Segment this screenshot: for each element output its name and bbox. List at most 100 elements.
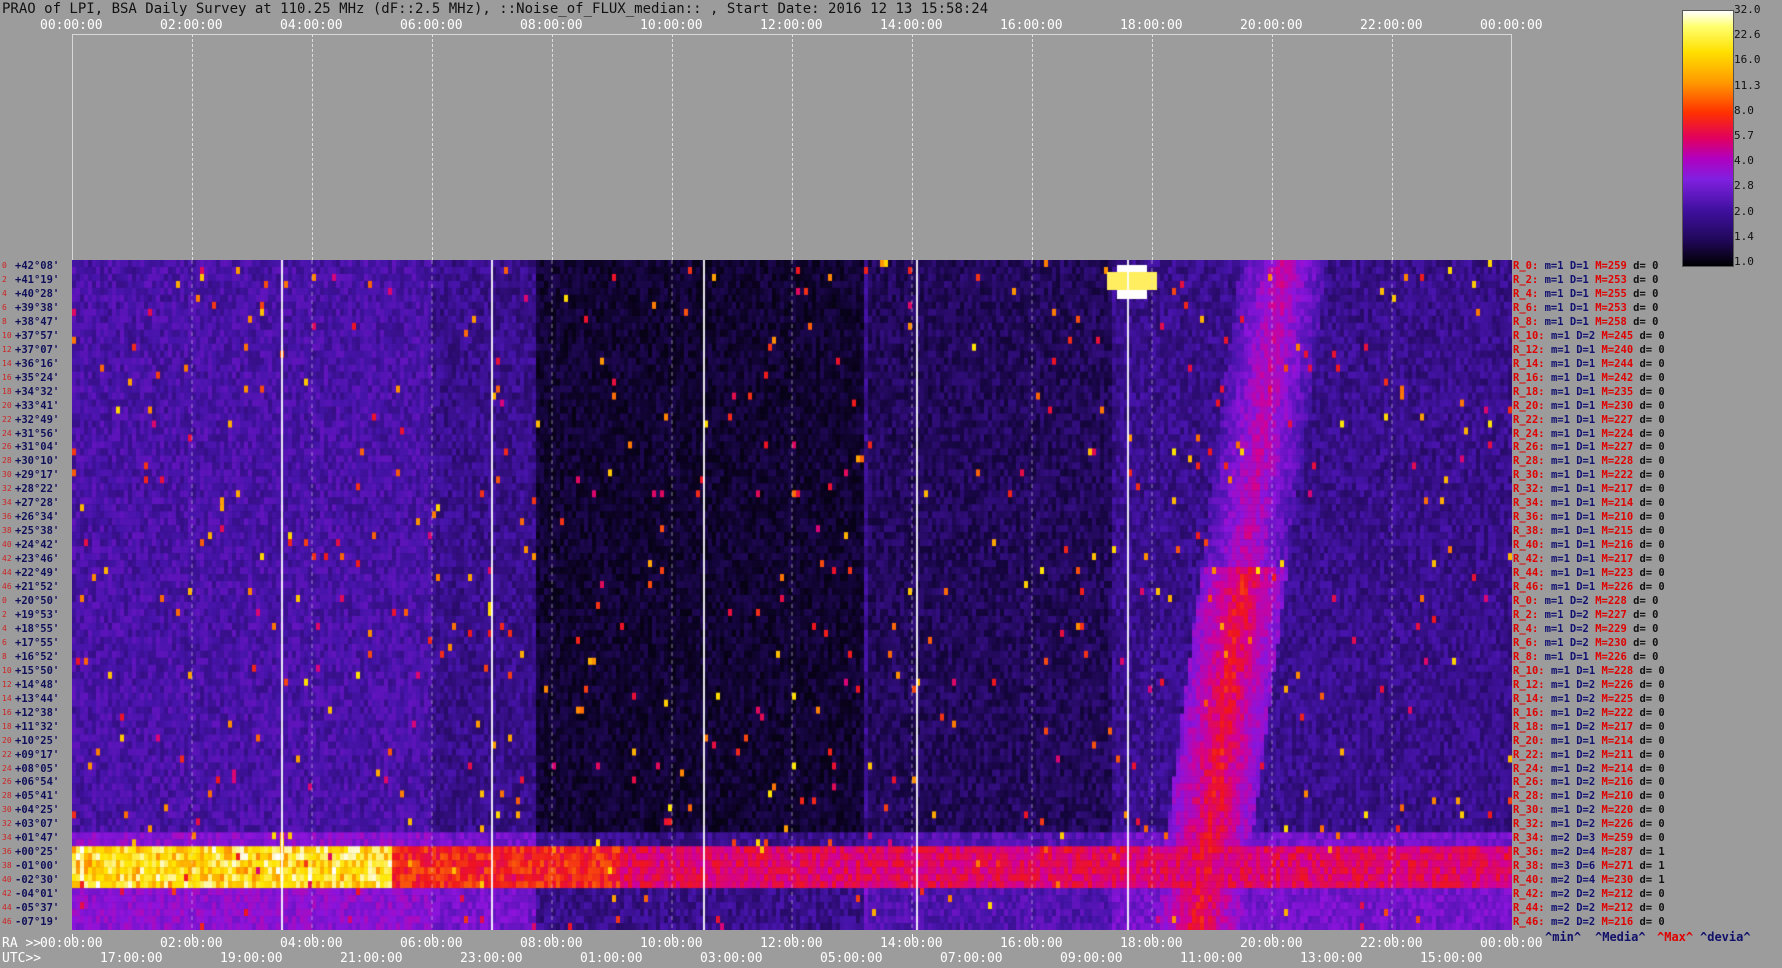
colorbar-tick-label: 4.0	[1734, 154, 1754, 168]
stat-M: M=222	[1601, 706, 1640, 719]
stat-row: R_28: m=1 D=2 M=210 d= 0	[1513, 790, 1665, 802]
grid-guide-line	[1152, 34, 1153, 260]
utc_axis-prefix: UTC>>	[2, 951, 42, 966]
declination-label: +27°28'	[15, 497, 60, 510]
stat-m: m=1	[1550, 762, 1577, 775]
declination-label: +36°16'	[15, 357, 60, 370]
stat-dd: d= 0	[1633, 650, 1659, 663]
stat-M: M=226	[1601, 818, 1640, 831]
row-number: 12	[2, 344, 12, 354]
stat-d: D=1	[1576, 385, 1602, 398]
stat-dd: d= 0	[1639, 804, 1665, 817]
row-number: 10	[2, 330, 12, 340]
stat-row: R_34: m=2 D=3 M=259 d= 0	[1513, 832, 1665, 844]
row-number: 38	[2, 526, 12, 536]
stat-m: m=1	[1550, 678, 1577, 691]
stat-d: D=1	[1576, 497, 1602, 510]
legend-max: ^Max^	[1657, 930, 1694, 944]
stat-dd: d= 0	[1639, 818, 1665, 831]
axis-tick-mark	[672, 934, 673, 940]
stat-M: M=258	[1595, 315, 1634, 328]
declination-label: +19°53'	[15, 608, 60, 621]
row-number: 2	[2, 274, 7, 284]
stat-row: R_40: m=2 D=4 M=230 d= 1	[1513, 874, 1665, 886]
stat-r: R_46:	[1513, 916, 1551, 929]
row-number: 20	[2, 400, 12, 410]
stat-M: M=255	[1595, 287, 1634, 300]
stat-M: M=259	[1601, 832, 1640, 845]
stat-row: R_32: m=1 D=1 M=217 d= 0	[1513, 483, 1665, 495]
stat-dd: d= 0	[1639, 734, 1665, 747]
stat-r: R_40:	[1513, 874, 1551, 887]
stat-d: D=2	[1576, 748, 1602, 761]
grid-guide-line	[192, 34, 193, 260]
stat-dd: d= 0	[1639, 902, 1665, 915]
top-axis-tick-label: 10:00:00	[640, 18, 703, 33]
stat-m: m=2	[1550, 846, 1577, 859]
row-number: 12	[2, 679, 12, 689]
row-number: 0	[2, 261, 7, 270]
stat-dd: d= 0	[1639, 329, 1665, 342]
row-number: 40	[2, 540, 12, 550]
declination-label: -02°30'	[15, 874, 60, 887]
row-number: 40	[2, 875, 12, 885]
stat-d: D=2	[1576, 678, 1602, 691]
stat-M: M=244	[1601, 357, 1640, 370]
row-number: 14	[2, 693, 12, 703]
stat-d: D=1	[1576, 427, 1602, 440]
row-stats-panel: R_0: m=1 D=1 M=259 d= 0 R_2: m=1 D=1 M=2…	[1513, 260, 1683, 930]
stat-r: R_22:	[1513, 413, 1551, 426]
declination-label: +38°47'	[15, 315, 60, 328]
stat-m: m=1	[1550, 511, 1577, 524]
axis-tick-mark	[312, 934, 313, 940]
stat-d: D=1	[1569, 315, 1596, 328]
stat-d: D=2	[1576, 776, 1602, 789]
row-number: 18	[2, 386, 12, 396]
row-number: 4	[2, 288, 7, 298]
stat-row: R_32: m=1 D=2 M=226 d= 0	[1513, 818, 1665, 830]
stat-dd: d= 0	[1639, 427, 1665, 440]
stat-row: R_22: m=1 D=1 M=227 d= 0	[1513, 414, 1665, 426]
stat-r: R_10:	[1513, 664, 1551, 677]
stat-M: M=226	[1601, 678, 1640, 691]
stat-r: R_20:	[1513, 399, 1551, 412]
stat-row: R_16: m=1 D=2 M=222 d= 0	[1513, 707, 1665, 719]
stat-d: D=1	[1576, 399, 1602, 412]
stat-dd: d= 0	[1639, 720, 1665, 733]
stat-dd: d= 0	[1639, 776, 1665, 789]
stat-d: D=1	[1569, 287, 1596, 300]
declination-label: -04°01'	[15, 888, 60, 901]
stat-m: m=1	[1550, 567, 1577, 580]
stat-m: m=1	[1544, 595, 1570, 607]
stat-d: D=2	[1569, 595, 1596, 607]
stat-m: m=1	[1544, 608, 1570, 621]
stat-M: M=253	[1595, 301, 1634, 314]
row-number: 10	[2, 665, 12, 675]
stat-M: M=259	[1595, 260, 1634, 272]
row-number: 16	[2, 707, 12, 717]
grid-guide-line	[1032, 34, 1033, 260]
stat-m: m=1	[1550, 497, 1577, 510]
utc_axis-tick-label: 05:00:00	[820, 951, 883, 966]
stat-r: R_16:	[1513, 706, 1551, 719]
stat-row: R_22: m=1 D=2 M=211 d= 0	[1513, 749, 1665, 761]
legend-min: ^min^	[1545, 930, 1582, 944]
stat-m: m=1	[1544, 287, 1570, 300]
row-number: 28	[2, 456, 12, 466]
row-number: 4	[2, 623, 7, 633]
declination-label: -01°00'	[15, 860, 60, 873]
stat-m: m=1	[1550, 553, 1577, 566]
row-number: 36	[2, 847, 12, 857]
stat-M: M=228	[1601, 664, 1640, 677]
declination-label: +15°50'	[15, 664, 60, 677]
stat-row: R_6: m=1 D=2 M=230 d= 0	[1513, 637, 1658, 649]
row-number: 42	[2, 554, 12, 564]
stat-dd: d= 0	[1639, 539, 1665, 552]
stat-M: M=230	[1601, 874, 1640, 887]
stat-d: D=1	[1569, 273, 1596, 286]
stat-M: M=220	[1601, 804, 1640, 817]
stat-r: R_4:	[1513, 622, 1545, 635]
row-number: 16	[2, 372, 12, 382]
stat-M: M=211	[1601, 748, 1640, 761]
declination-label: +35°24'	[15, 371, 60, 384]
